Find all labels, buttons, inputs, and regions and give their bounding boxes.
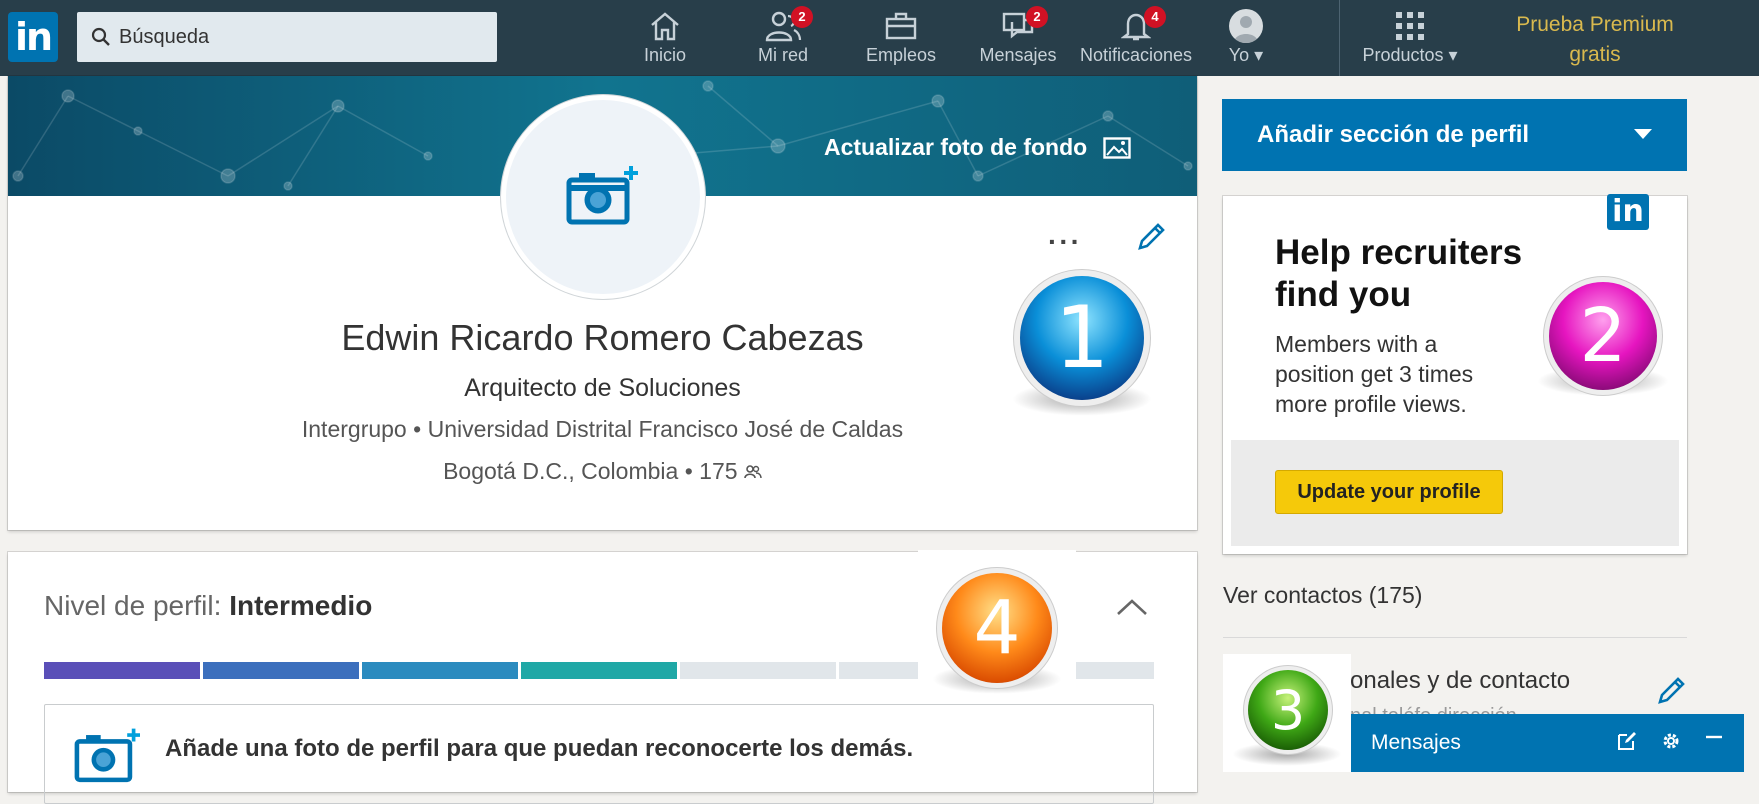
caret-down-icon [1634,129,1652,139]
premium-line2: gratis [1569,43,1621,66]
update-profile-button[interactable]: Update your profile [1275,470,1503,514]
briefcase-icon [885,12,917,40]
profile-tip-text: Añade una foto de perfil para que puedan… [165,735,914,762]
edit-intro-button[interactable] [1136,220,1168,257]
linkedin-ad-logo: in [1607,194,1649,230]
home-icon [651,12,679,41]
notifications-badge: 4 [1144,6,1166,28]
update-background-label: Actualizar foto de fondo [824,134,1088,160]
dot-separator: • [684,458,693,484]
marker-3: 3 [1248,670,1328,750]
minimize-icon[interactable] [1704,731,1724,751]
school-link[interactable]: Universidad Distrital Francisco José de … [428,416,904,442]
nav-label: Mensajes [979,45,1057,65]
view-contacts-link[interactable]: Ver contactos (175) [1223,582,1422,609]
add-profile-photo-button[interactable] [501,95,705,299]
profile-card: Actualizar foto de fondo ··· Edwin Ricar… [8,76,1197,530]
nav-item-network[interactable]: 2 Mi red [723,6,843,72]
nav-item-notifications[interactable]: 4 Notificaciones [1076,6,1196,72]
nav-label: Inicio [643,45,687,65]
level-prefix: Nivel de perfil: [44,590,230,621]
nav-label: Mi red [757,45,808,65]
pencil-icon [1658,677,1685,704]
nav-item-messages[interactable]: 2 Mensajes [958,6,1078,72]
progress-segment [44,662,200,679]
nav-label: Empleos [865,45,937,65]
image-icon [1103,136,1131,159]
profile-company-school: Intergrupo • Universidad Distrital Franc… [8,416,1197,443]
camera-add-icon [566,166,638,225]
compose-icon[interactable] [1616,730,1638,752]
camera-add-icon [74,728,140,783]
location-text: Bogotá D.C., Colombia [443,458,679,484]
dot-separator: • [413,416,422,442]
ad-footer: Update your profile [1231,440,1679,546]
nav-label: Notificaciones [1079,45,1193,65]
progress-segment [362,662,518,679]
level-value: Intermedio [229,590,373,621]
nav-label: Productos ▾ [1362,45,1458,65]
network-badge: 2 [791,6,813,28]
profile-tip-box[interactable]: Añade una foto de perfil para que puedan… [44,704,1154,804]
ad-headline: Help recruiters find you [1275,233,1523,314]
marker-2: 2 [1549,282,1657,390]
chevron-up-icon [1117,599,1147,615]
pencil-icon [1138,223,1165,250]
nav-item-jobs[interactable]: Empleos [841,8,961,72]
premium-link[interactable]: Prueba Premium gratis [1500,10,1690,70]
messaging-bar[interactable]: Mensajes [1351,714,1744,772]
gear-icon[interactable] [1660,730,1682,752]
marker-1: 1 [1020,276,1144,400]
nav-label: Yo ▾ [1228,45,1264,65]
search-input[interactable] [119,25,479,49]
progress-segment [680,662,836,679]
search-icon [91,27,110,46]
premium-line1: Prueba Premium [1516,13,1674,36]
company-link[interactable]: Intergrupo [302,416,407,442]
nav-item-products[interactable]: Productos ▾ [1350,8,1470,72]
profile-name: Edwin Ricardo Romero Cabezas [341,317,864,358]
profile-level-title: Nivel de perfil: Intermedio [44,590,372,622]
top-nav: in Inicio 2 Mi red Empleos 2 Mensajes 4 … [0,0,1759,76]
profile-location: Bogotá D.C., Colombia • 175 [8,458,1197,485]
update-background-button[interactable]: Actualizar foto de fondo [824,134,1131,161]
more-actions-button[interactable]: ··· [1048,226,1082,258]
sidebar-divider [1223,637,1687,638]
messages-badge: 2 [1026,6,1048,28]
collapse-button[interactable] [1116,598,1148,621]
connections-count[interactable]: 175 [699,458,737,484]
progress-segment [521,662,677,679]
contact-info-title: onales y de contacto [1350,667,1571,694]
nav-item-me[interactable]: Yo ▾ [1196,8,1296,72]
search-box[interactable] [77,12,497,62]
progress-segment [203,662,359,679]
grid-icon [1396,12,1424,40]
avatar-icon [1229,9,1263,43]
add-section-label: Añadir sección de perfil [1257,121,1530,148]
nav-item-home[interactable]: Inicio [605,8,725,72]
connections-icon [744,465,762,479]
add-profile-section-button[interactable]: Añadir sección de perfil [1222,99,1687,171]
ad-body: Members with a position get 3 times more… [1275,331,1474,417]
edit-contact-button[interactable] [1656,674,1688,711]
marker-4: 4 [942,573,1052,683]
linkedin-logo[interactable]: in [8,12,58,62]
nav-divider [1339,0,1340,76]
messaging-label: Mensajes [1371,731,1461,754]
